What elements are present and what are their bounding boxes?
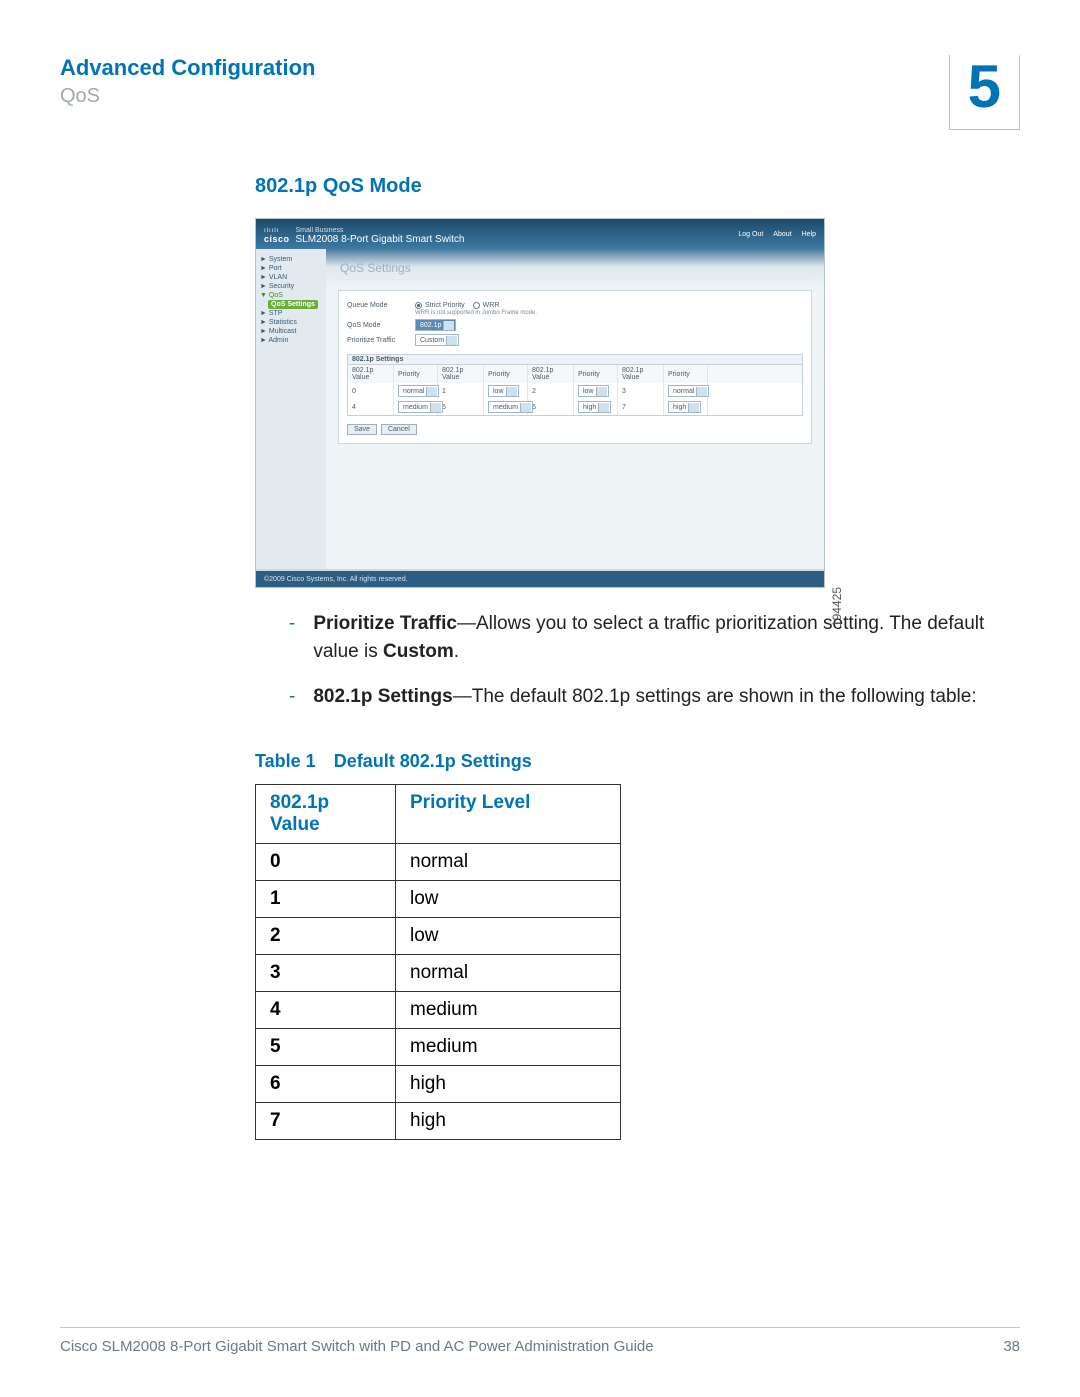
- queue-mode-note: WRR is not supported in Jumbo Frame mode…: [415, 310, 803, 316]
- col-priority: Priority: [394, 365, 438, 383]
- nav-admin[interactable]: ► Admin: [260, 336, 322, 345]
- col-value: 802.1p Value: [348, 365, 394, 383]
- select-qos-mode[interactable]: 802.1p: [415, 319, 456, 331]
- table-caption: Table 1Default 802.1p Settings: [255, 751, 1020, 772]
- table-row: 2low: [256, 917, 621, 954]
- table-header-priority: Priority Level: [396, 784, 621, 843]
- select-priority-3[interactable]: normal: [668, 385, 709, 397]
- select-priority-5[interactable]: medium: [488, 401, 533, 413]
- cancel-button[interactable]: Cancel: [381, 424, 417, 435]
- select-priority-6[interactable]: high: [578, 401, 611, 413]
- bullet-dash-icon: -: [289, 683, 295, 711]
- label-queue-mode: Queue Mode: [347, 302, 407, 309]
- bullet-dash-icon: -: [289, 610, 295, 665]
- brand-cisco: cisco: [264, 234, 290, 244]
- nav-multicast[interactable]: ► Multicast: [260, 327, 322, 336]
- nav-qos[interactable]: ▼ QoS: [260, 291, 322, 300]
- select-priority-4[interactable]: medium: [398, 401, 443, 413]
- nav-stp[interactable]: ► STP: [260, 309, 322, 318]
- select-priority-2[interactable]: low: [578, 385, 609, 397]
- label-qos-mode: QoS Mode: [347, 322, 407, 329]
- link-about[interactable]: About: [773, 231, 791, 238]
- default-8021p-table: 802.1p Value Priority Level 0normal 1low…: [255, 784, 621, 1140]
- settings-table: 802.1p Value Priority 802.1p Value Prior…: [347, 365, 803, 416]
- page-header-title: Advanced Configuration: [60, 55, 315, 81]
- embedded-screenshot: ılıılı cisco Small Business SLM2008 8-Po…: [255, 218, 825, 588]
- nav-security[interactable]: ► Security: [260, 282, 322, 291]
- radio-wrr[interactable]: WRR: [473, 302, 500, 309]
- figure-id: 194425: [830, 587, 844, 627]
- table-row: 5medium: [256, 1028, 621, 1065]
- link-logout[interactable]: Log Out: [738, 231, 763, 238]
- table-row: 1low: [256, 880, 621, 917]
- table-header-value: 802.1p Value: [256, 784, 396, 843]
- table-cell: 0: [348, 383, 394, 399]
- table-row: 6high: [256, 1065, 621, 1102]
- select-priority-1[interactable]: low: [488, 385, 519, 397]
- nav-qos-settings[interactable]: QoS Settings: [268, 300, 318, 309]
- save-button[interactable]: Save: [347, 424, 377, 435]
- radio-strict-priority[interactable]: Strict Priority: [415, 302, 465, 309]
- table-row: 0normal: [256, 843, 621, 880]
- panel-title: QoS Settings: [338, 257, 812, 280]
- settings-subhead: 802.1p Settings: [347, 354, 803, 365]
- brand-small: Small Business: [296, 227, 344, 234]
- chapter-number: 5: [968, 57, 1001, 117]
- link-help[interactable]: Help: [802, 231, 816, 238]
- nav-vlan[interactable]: ► VLAN: [260, 273, 322, 282]
- table-row: 4medium: [256, 991, 621, 1028]
- section-heading: 802.1p QoS Mode: [255, 175, 1020, 198]
- screenshot-copyright: ©2009 Cisco Systems, Inc. All rights res…: [256, 571, 824, 587]
- select-prioritize[interactable]: Custom: [415, 334, 459, 346]
- nav-statistics[interactable]: ► Statistics: [260, 318, 322, 327]
- footer-page-number: 38: [1003, 1338, 1020, 1355]
- bullet-8021p-settings: 802.1p Settings—The default 802.1p setti…: [313, 683, 976, 711]
- table-row: 3normal: [256, 954, 621, 991]
- select-priority-0[interactable]: normal: [398, 385, 439, 397]
- sidebar-nav: ► System ► Port ► VLAN ► Security ▼ QoS …: [256, 249, 326, 569]
- bullet-prioritize-traffic: Prioritize Traffic—Allows you to select …: [313, 610, 1020, 665]
- select-priority-7[interactable]: high: [668, 401, 701, 413]
- label-prioritize: Prioritize Traffic: [347, 337, 407, 344]
- nav-port[interactable]: ► Port: [260, 264, 322, 273]
- nav-system[interactable]: ► System: [260, 255, 322, 264]
- footer-doc-title: Cisco SLM2008 8-Port Gigabit Smart Switc…: [60, 1338, 654, 1355]
- table-row: 7high: [256, 1102, 621, 1139]
- page-header-subtitle: QoS: [60, 85, 315, 108]
- product-name: SLM2008 8-Port Gigabit Smart Switch: [296, 234, 465, 245]
